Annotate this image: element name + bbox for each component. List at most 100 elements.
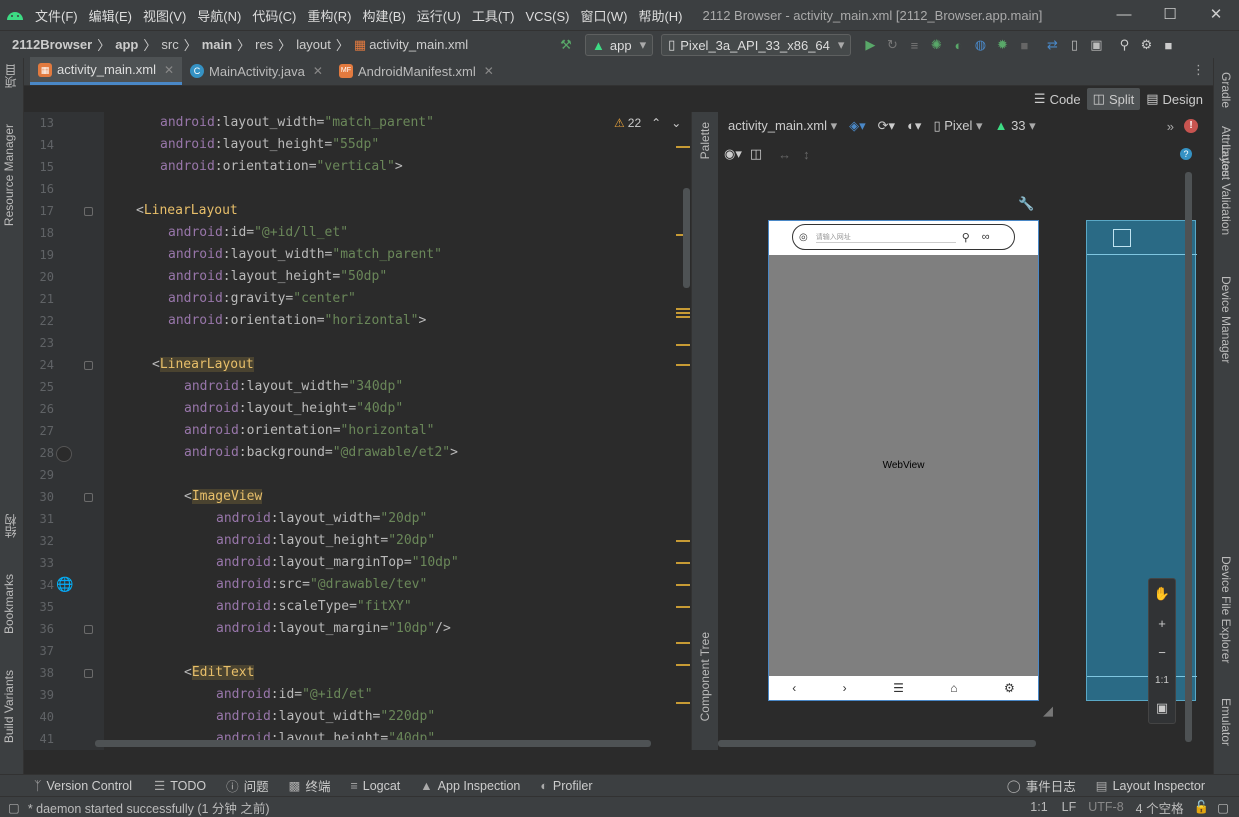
run-config-dropdown[interactable]: ▲ app ▾ (585, 34, 654, 56)
layout-validation-tool-tab[interactable]: Layout Validation (1219, 144, 1233, 235)
gradle-tool-tab[interactable]: Gradle (1219, 72, 1233, 108)
breadcrumb-module[interactable]: app (115, 37, 138, 52)
chevron-down-icon[interactable]: ⌄ (671, 116, 681, 130)
color-preview-icon[interactable] (56, 446, 72, 462)
fold-marker-icon[interactable] (84, 207, 93, 216)
menu-item[interactable]: 构建(B) (362, 9, 405, 24)
bookmarks-tool-tab[interactable]: Bookmarks (2, 574, 16, 634)
event-log-tool[interactable]: ◯ 事件日志 (1007, 776, 1076, 795)
split-mode-button[interactable]: ◫ Split (1086, 88, 1141, 110)
orientation-icon[interactable]: ⟳▾ (878, 118, 895, 134)
eye-icon[interactable]: ◉▾ (724, 146, 742, 162)
indent-setting[interactable]: 4 个空格 (1136, 798, 1184, 817)
menu-item[interactable]: 导航(N) (197, 9, 241, 24)
run-icon[interactable]: ▶ (859, 37, 881, 53)
app-inspection-tool[interactable]: ▲ App Inspection (420, 779, 520, 793)
warning-stripe-marker[interactable] (676, 312, 690, 314)
fold-marker-icon[interactable] (84, 625, 93, 634)
menu-item[interactable]: VCS(S) (525, 9, 569, 24)
chevron-up-icon[interactable]: ⌃ (651, 116, 661, 130)
menu-item[interactable]: 窗口(W) (581, 9, 628, 24)
warning-stripe-marker[interactable] (676, 364, 690, 366)
terminal-tool[interactable]: ▩ 终端 (289, 776, 331, 795)
lock-icon[interactable]: 🔓 (1194, 800, 1210, 815)
caret-position[interactable]: 1:1 (1030, 800, 1047, 814)
account-avatar-icon[interactable]: ■ (1157, 38, 1179, 53)
version-control-tool[interactable]: ᛉ Version Control (34, 779, 132, 793)
breadcrumb-layout[interactable]: layout (296, 37, 331, 52)
stop-icon[interactable]: ■ (1013, 38, 1035, 53)
editor-horizontal-scrollbar[interactable] (95, 740, 651, 747)
warning-stripe-marker[interactable] (676, 316, 690, 318)
component-tree-tool-tab[interactable]: Component Tree (698, 632, 712, 721)
device-file-explorer-tool-tab[interactable]: Device File Explorer (1219, 556, 1233, 663)
zoom-actual-size-button[interactable]: 1:1 (1155, 675, 1169, 686)
menu-item[interactable]: 编辑(E) (89, 9, 132, 24)
sync-icon[interactable]: ✹ (991, 37, 1013, 53)
breadcrumb-src[interactable]: src (161, 37, 178, 52)
breadcrumb-main[interactable]: main (202, 37, 232, 52)
inspection-widget[interactable]: ⚠ 22 ⌃ ⌄ (614, 116, 681, 130)
pan-hand-icon[interactable]: ✋ (1154, 586, 1170, 602)
warning-stripe-marker[interactable] (676, 562, 690, 564)
memory-indicator-icon[interactable]: ▢ (1217, 800, 1229, 815)
wrench-icon[interactable]: 🔧 (1018, 196, 1034, 212)
palette-tool-tab[interactable]: Palette (698, 122, 712, 159)
breadcrumb-res[interactable]: res (255, 37, 273, 52)
device-manager-icon[interactable]: ▯ (1063, 37, 1085, 53)
warning-stripe-marker[interactable] (676, 584, 690, 586)
search-icon[interactable]: ⚲ (1113, 37, 1135, 53)
attach-debugger-icon[interactable]: ◍ (969, 37, 991, 53)
more-tabs-icon[interactable]: ⋮ (1192, 62, 1205, 78)
menu-item[interactable]: 视图(V) (143, 9, 186, 24)
tab-mainactivity-java[interactable]: C MainActivity.java ✕ (182, 57, 331, 85)
fold-marker-icon[interactable] (84, 493, 93, 502)
blueprint-toggle-icon[interactable]: ◫ (750, 146, 762, 162)
build-variants-tool-tab[interactable]: Build Variants (2, 670, 16, 743)
settings-gear-icon[interactable]: ⚙ (1135, 37, 1157, 53)
menu-item[interactable]: 代码(C) (252, 9, 296, 24)
line-separator[interactable]: LF (1062, 800, 1077, 814)
breadcrumb-file[interactable]: activity_main.xml (369, 37, 468, 52)
logcat-tool[interactable]: ≡ Logcat (350, 779, 400, 793)
tool-window-toggle-icon[interactable]: ▢ (8, 800, 20, 815)
design-file-dropdown[interactable]: activity_main.xml ▾ (728, 118, 837, 134)
resize-handle-icon[interactable]: ◢ (1043, 703, 1053, 719)
drawable-preview-icon[interactable]: 🌐 (56, 576, 73, 593)
layout-inspector-tool[interactable]: ▤ Layout Inspector (1096, 778, 1205, 794)
code-editor[interactable]: 13 14 15 16 17 18 19 20 21 22 23 24 25 26 27 28 29 30 31 32… (24, 112, 691, 750)
close-tab-icon[interactable]: ✕ (484, 64, 494, 78)
zoom-fit-icon[interactable]: ▣ (1156, 700, 1168, 716)
warning-stripe-marker[interactable] (676, 664, 690, 666)
profile-icon[interactable]: ◐ (947, 38, 969, 53)
close-tab-icon[interactable]: ✕ (164, 63, 174, 77)
error-icon[interactable]: ! (1184, 119, 1198, 133)
theme-icon[interactable]: ◐▾ (907, 118, 921, 134)
todo-tool[interactable]: ☰ TODO (154, 778, 206, 794)
more-actions-icon[interactable]: » (1167, 119, 1174, 134)
debug-icon[interactable]: ✺ (925, 37, 947, 53)
device-picker[interactable]: ▯ Pixel ▾ (933, 118, 982, 134)
tab-androidmanifest-xml[interactable]: MF AndroidManifest.xml ✕ (331, 57, 502, 85)
warning-stripe-marker[interactable] (676, 540, 690, 542)
menu-item[interactable]: 文件(F) (35, 9, 78, 24)
problems-tool[interactable]: ⓘ 问题 (226, 776, 269, 795)
editor-vertical-scrollbar[interactable] (683, 188, 690, 288)
layout-preview[interactable]: ◎ 请输入网址 ⚲ ∞ WebView ‹ › ☰ ⌂ ⚙ (768, 220, 1039, 701)
resource-manager-tool-tab[interactable]: Resource Manager (2, 124, 16, 226)
zoom-in-button[interactable]: + (1158, 616, 1166, 631)
device-dropdown[interactable]: ▯ Pixel_3a_API_33_x86_64 ▾ (661, 34, 852, 56)
close-tab-icon[interactable]: ✕ (313, 64, 323, 78)
gradle-sync-icon[interactable]: ⇄ (1041, 37, 1063, 53)
tab-activity-main-xml[interactable]: ▦ activity_main.xml ✕ (30, 57, 183, 85)
warning-stripe-marker[interactable] (676, 308, 690, 310)
warning-stripe-marker[interactable] (676, 146, 690, 148)
design-mode-button[interactable]: ▤ Design (1140, 88, 1209, 110)
apply-code-changes-icon[interactable]: ≡ (903, 38, 925, 53)
structure-tool-tab[interactable]: 结构 (2, 514, 19, 538)
menu-item[interactable]: 帮助(H) (638, 9, 682, 24)
apply-changes-icon[interactable]: ↻ (881, 37, 903, 53)
close-icon[interactable]: ✕ (1193, 0, 1239, 30)
menu-item[interactable]: 运行(U) (417, 9, 461, 24)
project-tool-tab[interactable]: 项目 (2, 64, 19, 88)
